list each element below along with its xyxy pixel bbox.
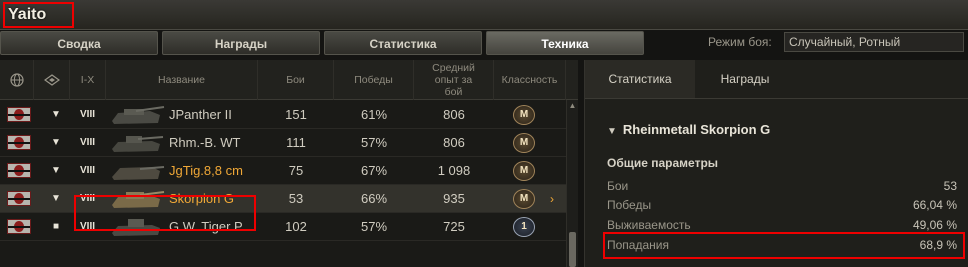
wins-cell: 61%: [360, 107, 388, 122]
main-tabs: Сводка Награды Статистика Техника Режим …: [0, 30, 968, 56]
tab-vehicles[interactable]: Техника: [486, 31, 644, 55]
wins-cell: 57%: [360, 135, 388, 150]
wins-cell: 66%: [360, 191, 388, 206]
mastery-badge-icon: M: [513, 189, 535, 209]
scroll-up-icon[interactable]: ▲: [567, 100, 578, 112]
hit-ratio-highlight: [603, 232, 965, 259]
vehicles-table: I-X Название Бои Победы Средний опыт за …: [0, 60, 578, 267]
tier-cell: VIII: [80, 137, 96, 148]
collapse-triangle-icon: ▼: [607, 126, 617, 137]
stat-value: 66,04 %: [912, 198, 957, 212]
wins-cell: 57%: [360, 219, 388, 234]
mastery-badge-icon: M: [513, 105, 535, 125]
table-row[interactable]: ▼ VIII JgTig.8,8 cm 75 67% 1 098 M: [0, 157, 566, 185]
panel-tab-statistics[interactable]: Статистика: [585, 60, 695, 98]
tank-icon: [112, 106, 165, 124]
tab-summary[interactable]: Сводка: [0, 31, 158, 55]
expand-triangle-icon[interactable]: ▼: [50, 129, 62, 157]
mastery-badge-icon: M: [513, 161, 535, 181]
avg-xp-sort-header[interactable]: Средний опыт за бой: [414, 60, 494, 100]
vehicle-title-text: Rheinmetall Skorpion G: [622, 122, 771, 137]
stat-label: Победы: [607, 198, 652, 212]
vehicle-type-icon: [43, 74, 60, 86]
stat-label: Бои: [607, 179, 629, 193]
table-row[interactable]: ▼ VIII Rhm.-B. WT 111 57% 806 M: [0, 129, 566, 157]
selected-vehicle-highlight: [74, 195, 256, 231]
avg-xp-cell: 725: [443, 219, 465, 234]
battles-cell: 102: [285, 219, 307, 234]
avg-xp-cell: 1 098: [437, 163, 471, 178]
expand-triangle-icon[interactable]: ▼: [50, 185, 62, 213]
type-sort-header[interactable]: [34, 60, 70, 100]
vehicle-title[interactable]: ▼ Rheinmetall Skorpion G: [607, 122, 770, 137]
title-bar: Yaito: [0, 0, 968, 30]
tier-sort-header[interactable]: I-X: [70, 60, 106, 100]
tier-cell: VIII: [80, 109, 96, 120]
vehicle-name: Rhm.-B. WT: [169, 135, 241, 150]
avg-xp-cell: 806: [443, 107, 465, 122]
germany-flag-icon: [7, 191, 31, 206]
class-badge-icon: 1: [513, 217, 535, 237]
name-sort-header[interactable]: Название: [106, 60, 258, 100]
stat-row-battles: Бои 53: [607, 177, 957, 195]
panel-tab-awards[interactable]: Награды: [695, 60, 795, 98]
table-scrollbar[interactable]: ▲: [566, 100, 578, 267]
battles-cell: 53: [288, 191, 304, 206]
mastery-badge-icon: M: [513, 133, 535, 153]
avg-xp-cell: 806: [443, 135, 465, 150]
germany-flag-icon: [7, 135, 31, 150]
battle-mode-select[interactable]: Случайный, Ротный: [784, 32, 964, 52]
expand-triangle-icon[interactable]: ▼: [50, 101, 62, 129]
mastery-sort-header[interactable]: Классность: [494, 60, 566, 100]
expand-triangle-icon[interactable]: ▼: [50, 157, 62, 185]
vehicle-details-panel: Статистика Награды ▼ Rheinmetall Skorpion…: [584, 60, 968, 267]
battles-cell: 151: [285, 107, 307, 122]
square-bullet-icon: ■: [52, 221, 60, 232]
germany-flag-icon: [7, 163, 31, 178]
stat-row-wins: Победы 66,04 %: [607, 196, 957, 214]
chevron-right-icon: ›: [550, 192, 554, 206]
battles-cell: 111: [286, 135, 306, 150]
tank-icon: [112, 136, 164, 152]
battle-mode-label: Режим боя:: [708, 35, 772, 49]
battles-cell: 75: [288, 163, 304, 178]
player-name: Yaito: [3, 2, 74, 28]
tab-statistics[interactable]: Статистика: [324, 31, 482, 55]
germany-flag-icon: [7, 219, 31, 234]
globe-icon: [9, 73, 24, 87]
tank-icon: [112, 166, 165, 180]
section-title: Общие параметры: [607, 156, 719, 170]
stat-value: 53: [943, 179, 957, 193]
vehicle-name: JPanther II: [169, 107, 232, 122]
germany-flag-icon: [7, 107, 31, 122]
table-header: I-X Название Бои Победы Средний опыт за …: [0, 60, 578, 100]
nation-sort-header[interactable]: [0, 60, 34, 100]
wins-sort-header[interactable]: Победы: [334, 60, 414, 100]
wins-cell: 67%: [360, 163, 388, 178]
avg-xp-cell: 935: [443, 191, 465, 206]
scrollbar-thumb[interactable]: [569, 232, 576, 267]
tier-cell: VIII: [80, 165, 96, 176]
table-row[interactable]: ▼ VIII JPanther II 151 61% 806 M: [0, 101, 566, 129]
vehicle-name: JgTig.8,8 cm: [169, 163, 243, 178]
tab-awards[interactable]: Награды: [162, 31, 320, 55]
battles-sort-header[interactable]: Бои: [258, 60, 334, 100]
panel-tab-divider: [585, 98, 968, 99]
